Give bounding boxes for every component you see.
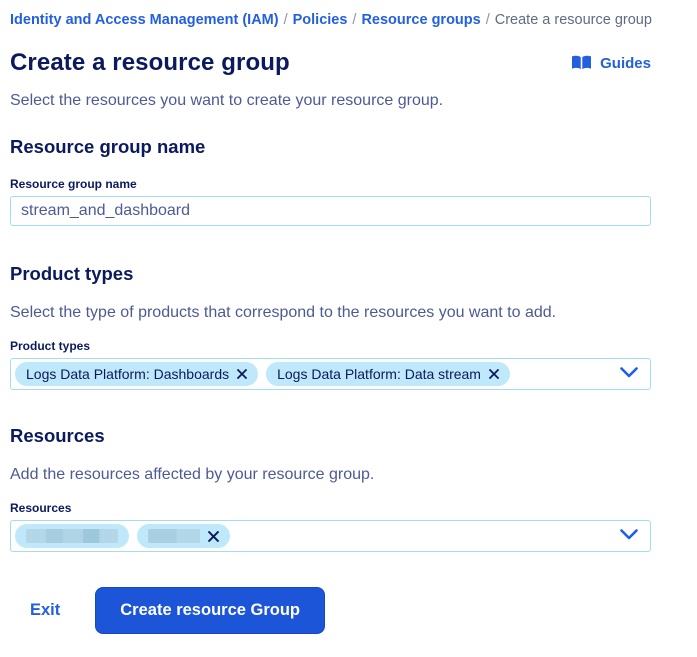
- footer-actions: Exit Create resource Group: [10, 587, 651, 635]
- guides-label: Guides: [600, 54, 651, 72]
- tag-redacted-resource: [15, 524, 129, 549]
- breadcrumb-link-iam[interactable]: Identity and Access Management (IAM): [10, 12, 279, 28]
- product-types-description: Select the type of products that corresp…: [10, 304, 557, 322]
- redacted-text: [26, 529, 118, 544]
- section-heading-resources: Resources: [10, 425, 105, 447]
- breadcrumb-separator: /: [485, 12, 490, 28]
- page-subtitle: Select the resources you want to create …: [10, 92, 444, 110]
- resources-description: Add the resources affected by your resou…: [10, 466, 375, 484]
- close-icon[interactable]: [208, 531, 219, 542]
- breadcrumb-link-resource-groups[interactable]: Resource groups: [361, 12, 480, 28]
- resource-group-name-label: Resource group name: [10, 177, 137, 192]
- close-icon[interactable]: [237, 369, 248, 380]
- create-resource-group-button[interactable]: Create resource Group: [95, 587, 325, 635]
- breadcrumb-link-policies[interactable]: Policies: [293, 12, 348, 28]
- product-types-select[interactable]: Logs Data Platform: Dashboards Logs Data…: [10, 358, 651, 391]
- resources-select[interactable]: [10, 520, 651, 553]
- page-title: Create a resource group: [10, 49, 290, 77]
- page-header: Create a resource group Guides: [10, 49, 651, 77]
- product-types-tags: Logs Data Platform: Dashboards Logs Data…: [15, 362, 620, 387]
- chevron-down-icon[interactable]: [620, 527, 638, 545]
- product-types-label: Product types: [10, 339, 91, 354]
- tag-redacted-resource: [137, 524, 230, 549]
- breadcrumb-separator: /: [352, 12, 357, 28]
- resources-label: Resources: [10, 501, 72, 516]
- close-icon[interactable]: [489, 369, 499, 380]
- chevron-down-icon[interactable]: [620, 365, 638, 383]
- breadcrumb-separator: /: [283, 12, 288, 28]
- tag-label: Logs Data Platform: Data stream: [277, 366, 481, 383]
- create-resource-group-page: Identity and Access Management (IAM) / Pol…: [0, 0, 697, 657]
- tag-data-stream: Logs Data Platform: Data stream: [266, 362, 510, 387]
- resource-group-name-input[interactable]: [10, 196, 651, 227]
- section-heading-resource-group-name: Resource group name: [10, 136, 206, 158]
- section-heading-product-types: Product types: [10, 263, 134, 285]
- redacted-text: [148, 529, 200, 544]
- resources-tags: [15, 524, 620, 549]
- exit-link[interactable]: Exit: [30, 601, 60, 620]
- breadcrumb: Identity and Access Management (IAM) / Pol…: [10, 12, 652, 29]
- breadcrumb-current: Create a resource group: [494, 12, 652, 28]
- book-icon: [572, 55, 592, 71]
- guides-link[interactable]: Guides: [572, 55, 651, 72]
- tag-label: Logs Data Platform: Dashboards: [26, 366, 230, 383]
- tag-dashboards: Logs Data Platform: Dashboards: [15, 362, 259, 387]
